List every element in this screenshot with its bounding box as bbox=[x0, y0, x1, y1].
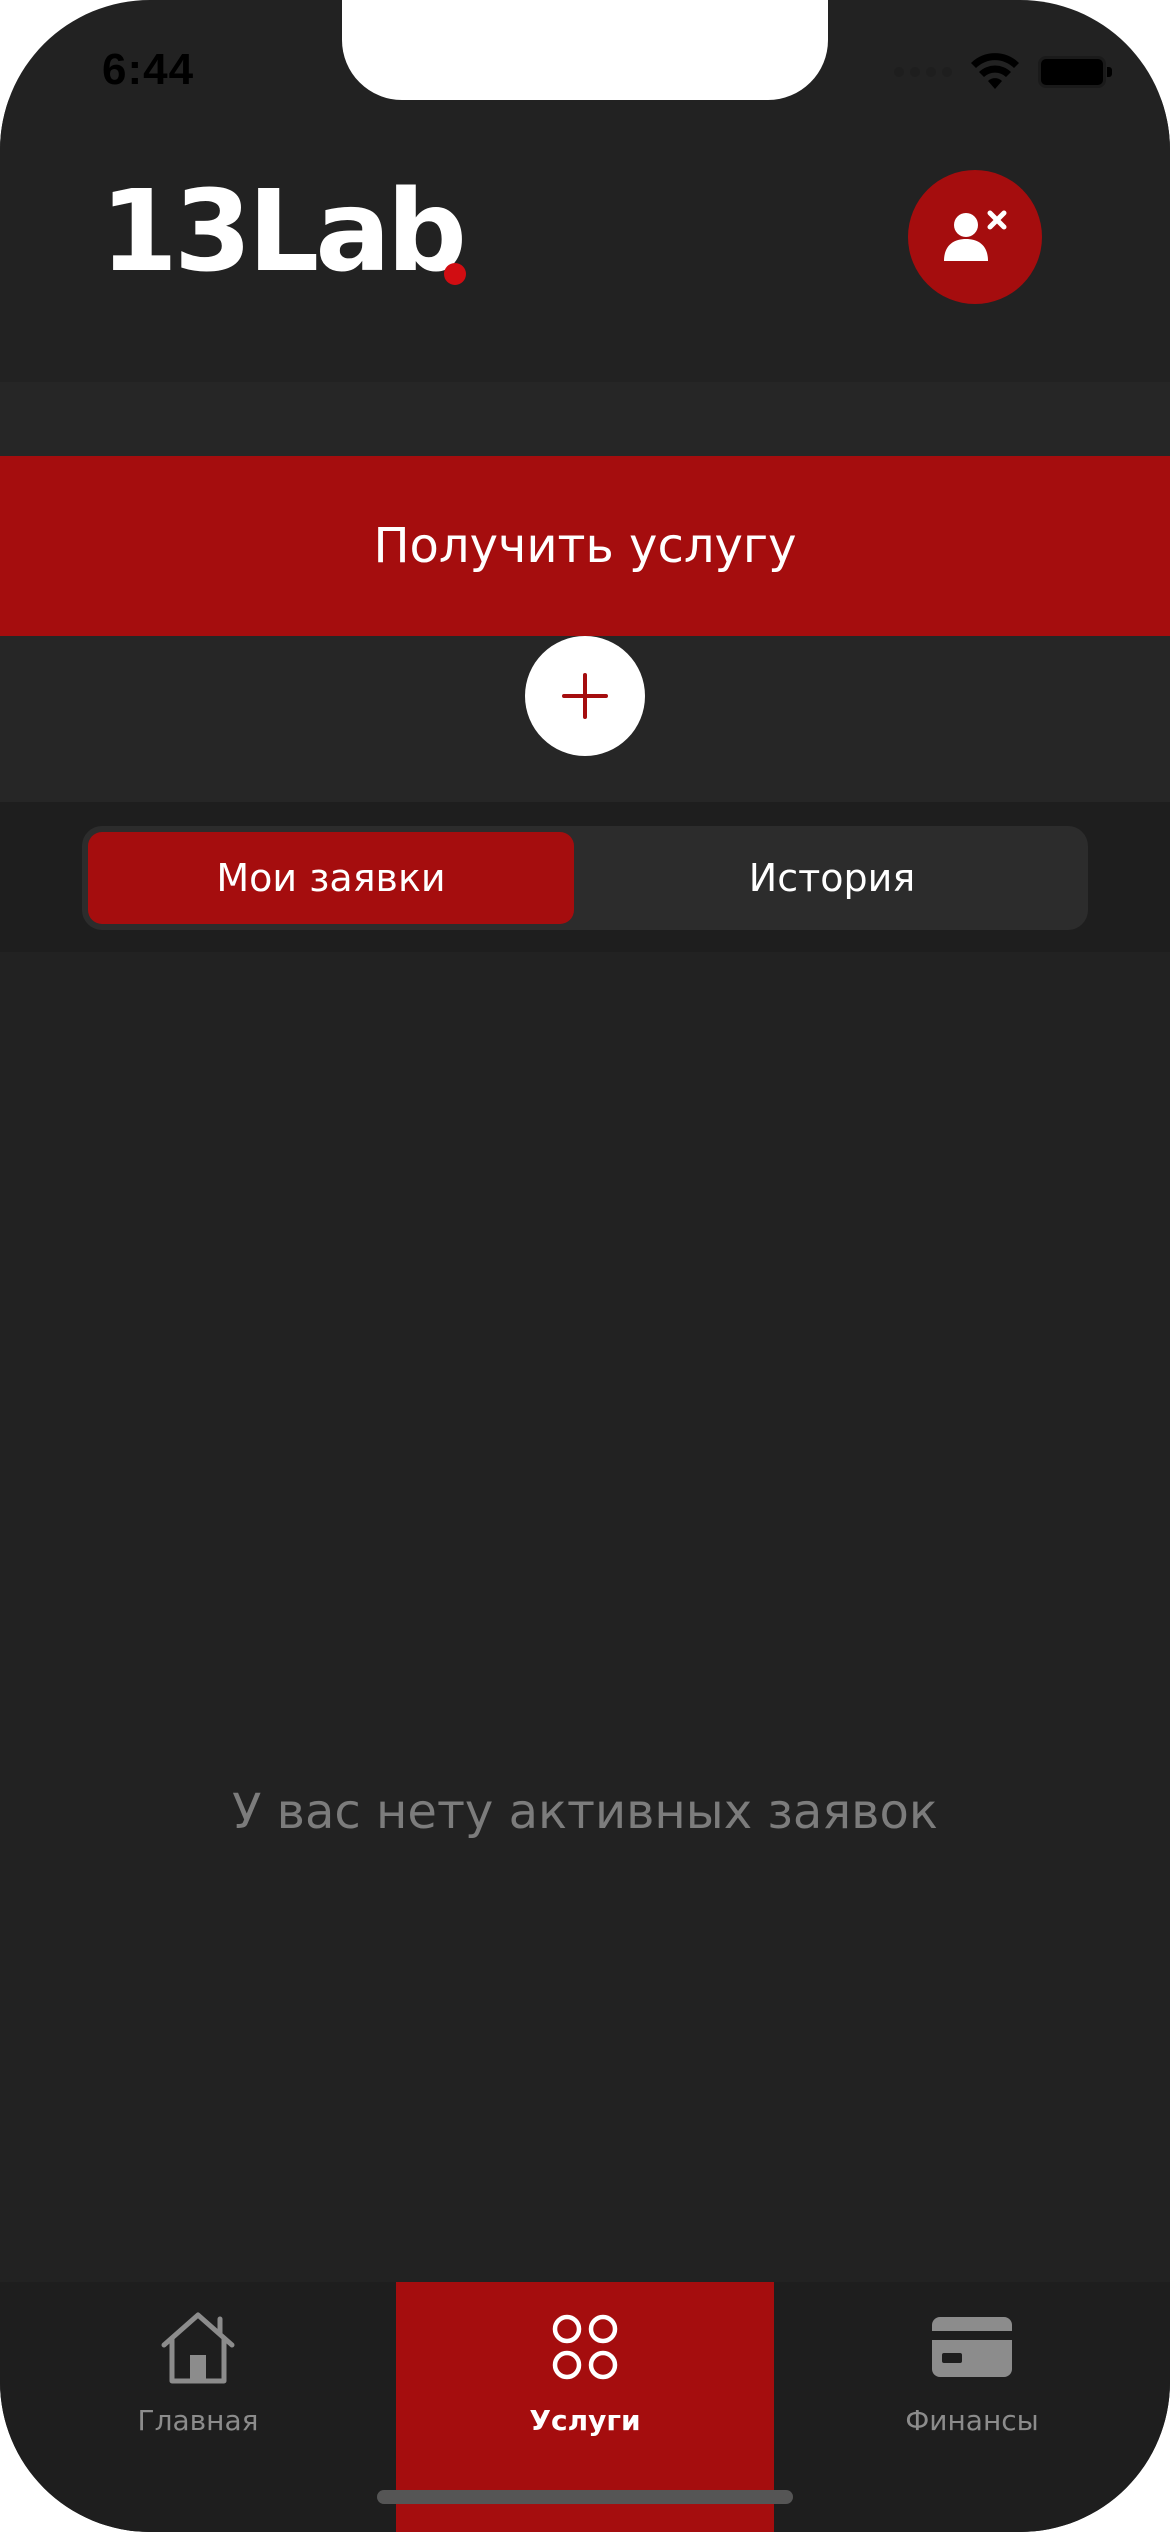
plus-icon bbox=[562, 673, 608, 719]
nav-label-services: Услуги bbox=[529, 2404, 641, 2437]
tab-my-requests[interactable]: Мои заявки bbox=[88, 832, 574, 924]
status-indicators bbox=[894, 52, 1112, 92]
tab-history[interactable]: История bbox=[582, 832, 1082, 924]
requests-tab-control: Мои заявки История bbox=[82, 826, 1088, 930]
app-logo: 13Lab bbox=[100, 167, 467, 297]
device-notch bbox=[342, 0, 828, 100]
nav-item-home[interactable]: Главная bbox=[0, 2282, 396, 2532]
user-remove-icon bbox=[944, 210, 1007, 261]
nav-item-finance[interactable]: Финансы bbox=[774, 2282, 1170, 2532]
battery-icon bbox=[1038, 56, 1112, 88]
wifi-icon bbox=[971, 53, 1019, 89]
nav-label-home: Главная bbox=[137, 2404, 259, 2437]
card-icon bbox=[932, 2317, 1012, 2377]
header-divider bbox=[0, 382, 1170, 456]
get-service-button[interactable]: Получить услугу bbox=[0, 456, 1170, 636]
profile-button[interactable] bbox=[908, 170, 1042, 304]
nav-label-finance: Финансы bbox=[905, 2404, 1039, 2437]
home-icon bbox=[161, 2312, 235, 2384]
empty-state-message: У вас нету активных заявок bbox=[232, 1784, 938, 1840]
cellular-signal-icon bbox=[894, 67, 952, 77]
home-indicator bbox=[377, 2490, 793, 2504]
logo-dot bbox=[444, 263, 466, 285]
services-grid-icon bbox=[552, 2314, 618, 2380]
add-request-button[interactable] bbox=[525, 636, 645, 756]
app-screen: 6:44 13Lab Получить услугу Мои заявки Ис… bbox=[0, 0, 1170, 2532]
status-time: 6:44 bbox=[102, 45, 195, 94]
